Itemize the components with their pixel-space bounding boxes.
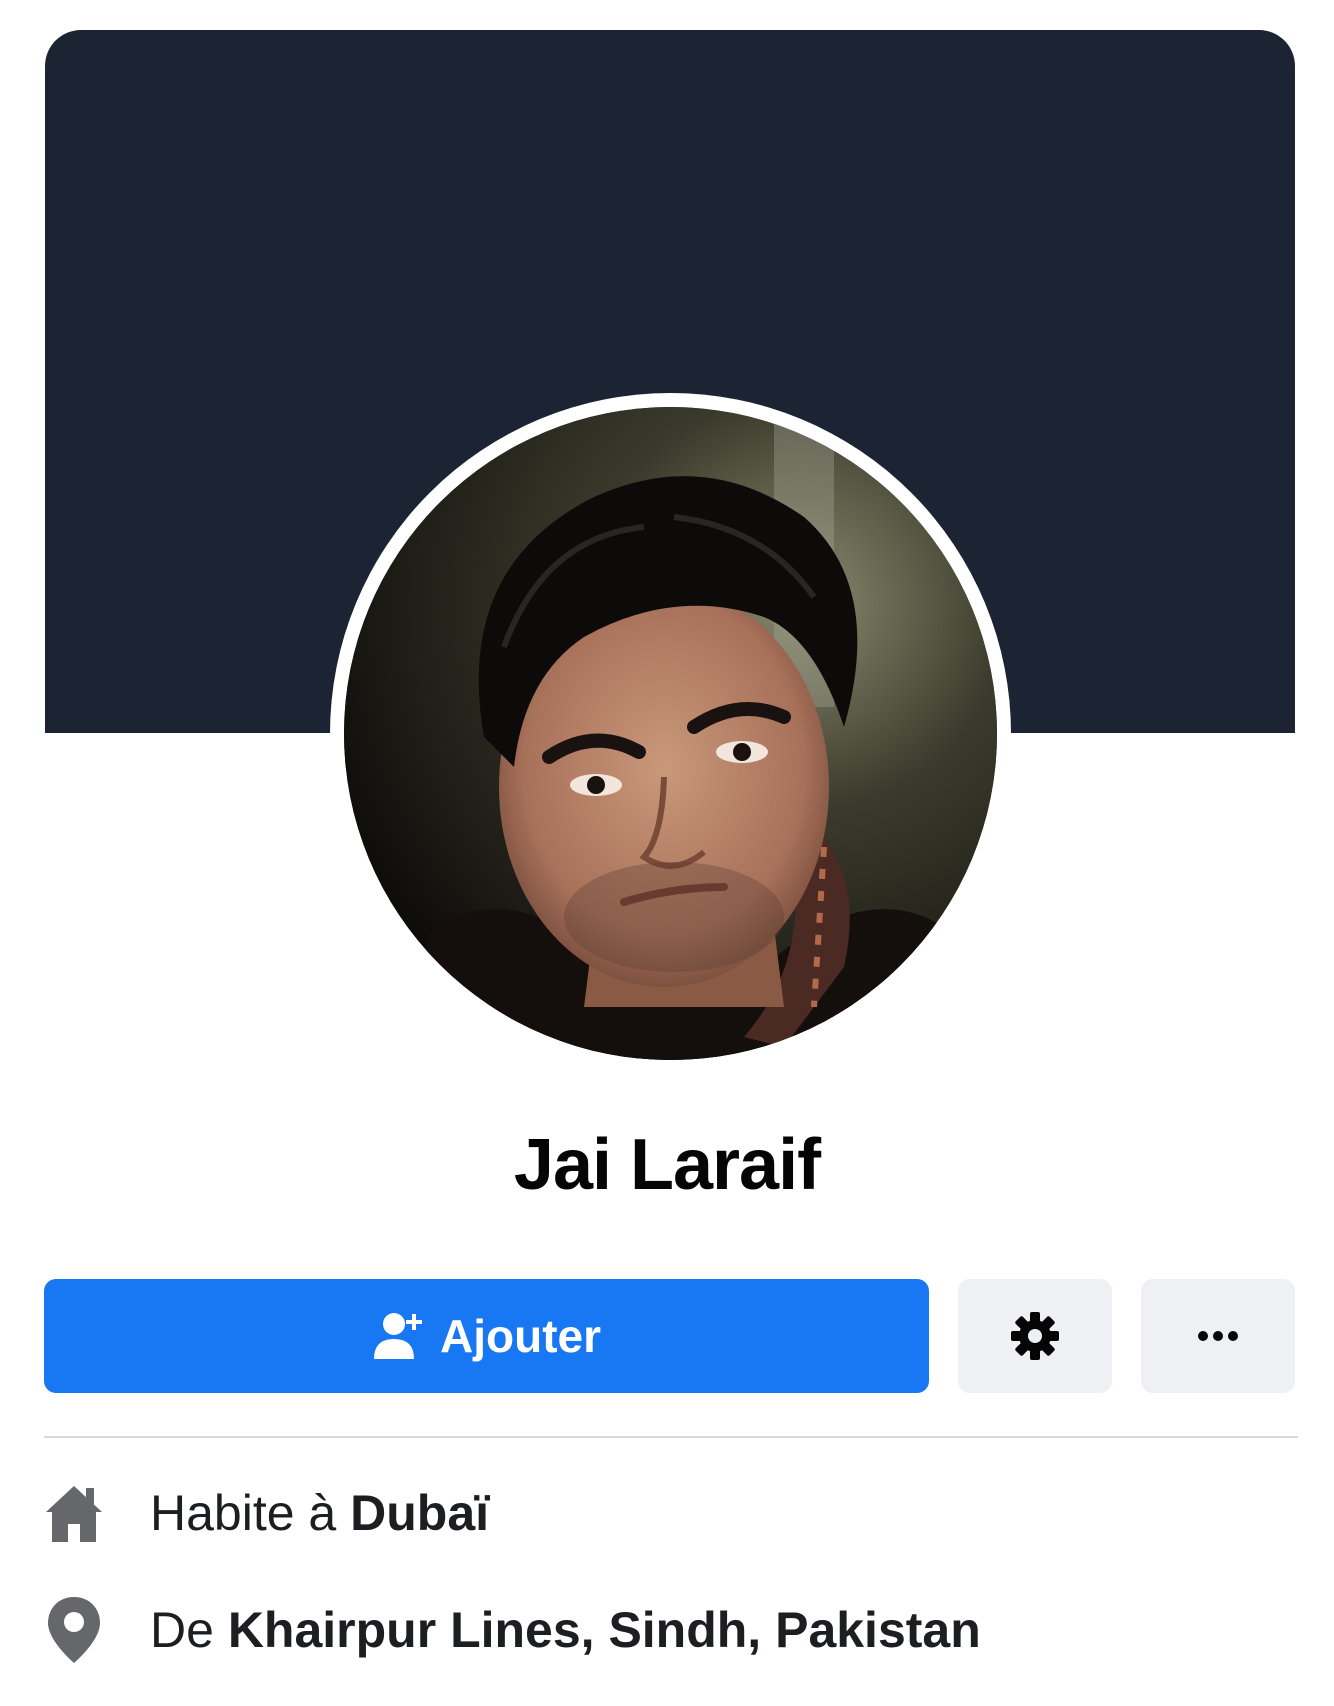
from-place[interactable]: Khairpur Lines, Sindh, Pakistan — [228, 1601, 981, 1659]
intro-lives-in: Habite à Dubaï — [44, 1473, 1294, 1553]
settings-button[interactable] — [958, 1279, 1112, 1393]
add-friend-icon — [374, 1313, 422, 1359]
section-divider — [44, 1436, 1298, 1438]
profile-picture[interactable] — [344, 407, 997, 1060]
add-friend-label: Ajouter — [440, 1310, 601, 1362]
home-icon — [44, 1478, 104, 1548]
add-friend-button[interactable]: Ajouter — [44, 1279, 929, 1393]
gear-icon — [1011, 1312, 1059, 1360]
location-pin-icon — [44, 1595, 104, 1665]
from-prefix: De — [150, 1602, 214, 1658]
more-dots-icon — [1198, 1331, 1238, 1341]
profile-photo-illustration — [344, 407, 997, 1060]
profile-name: Jai Laraif — [513, 1125, 821, 1205]
intro-from: De Khairpur Lines, Sindh, Pakistan — [44, 1590, 1294, 1670]
profile-picture-frame — [330, 393, 1011, 1074]
lives-prefix: Habite à — [150, 1485, 337, 1541]
more-options-button[interactable] — [1141, 1279, 1295, 1393]
lives-place[interactable]: Dubaï — [350, 1484, 489, 1542]
